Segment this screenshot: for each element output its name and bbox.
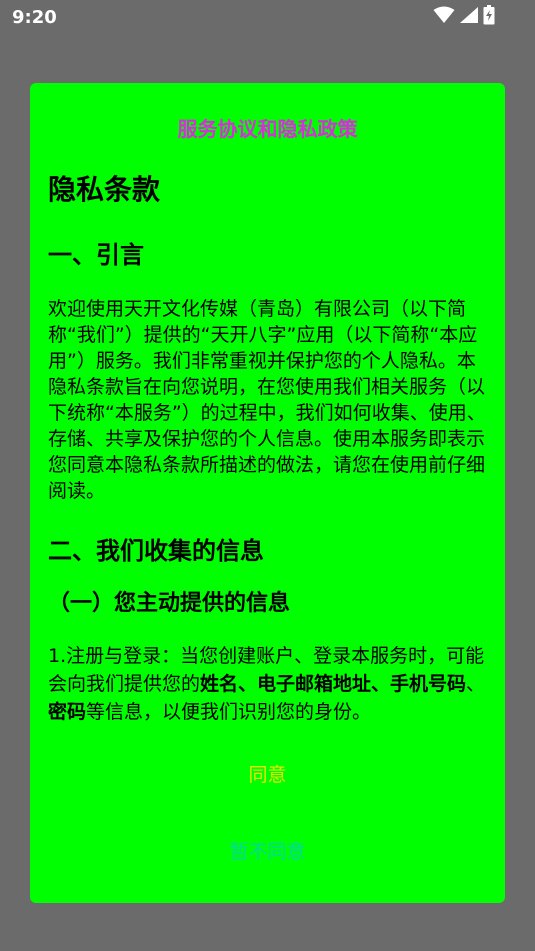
policy-content[interactable]: 隐私条款 一、引言 欢迎使用天开文化传媒（青岛）有限公司（以下简称“我们”）提供… bbox=[48, 170, 488, 730]
section-intro-title: 一、引言 bbox=[48, 241, 144, 269]
item-bold-fields: 姓名、电子邮箱地址、手机号码 bbox=[200, 673, 467, 695]
battery-icon bbox=[483, 5, 495, 29]
signal-icon bbox=[459, 6, 479, 28]
agree-button[interactable]: 同意 bbox=[30, 753, 505, 797]
privacy-heading: 隐私条款 bbox=[48, 173, 161, 206]
section-intro-body: 欢迎使用天开文化传媒（青岛）有限公司（以下简称“我们”）提供的“天开八字”应用（… bbox=[48, 298, 486, 502]
item-register-login: 1.注册与登录：当您创建账户、登录本服务时，可能会向我们提供您的姓名、电子邮箱地… bbox=[48, 642, 488, 726]
item-text-end: 等信息，以便我们识别您的身份。 bbox=[86, 701, 372, 723]
status-time: 9:20 bbox=[12, 7, 57, 28]
wifi-icon bbox=[433, 6, 455, 28]
status-icons bbox=[433, 5, 495, 29]
status-bar: 9:20 bbox=[0, 0, 535, 36]
dialog-title: 服务协议和隐私政策 bbox=[177, 117, 358, 141]
disagree-button[interactable]: 暂不同意 bbox=[30, 830, 505, 874]
subsection-provided-title: （一）您主动提供的信息 bbox=[48, 591, 291, 616]
item-bold-password: 密码 bbox=[48, 701, 87, 723]
section-collect-title: 二、我们收集的信息 bbox=[48, 537, 264, 565]
item-sep: 、 bbox=[466, 673, 486, 695]
